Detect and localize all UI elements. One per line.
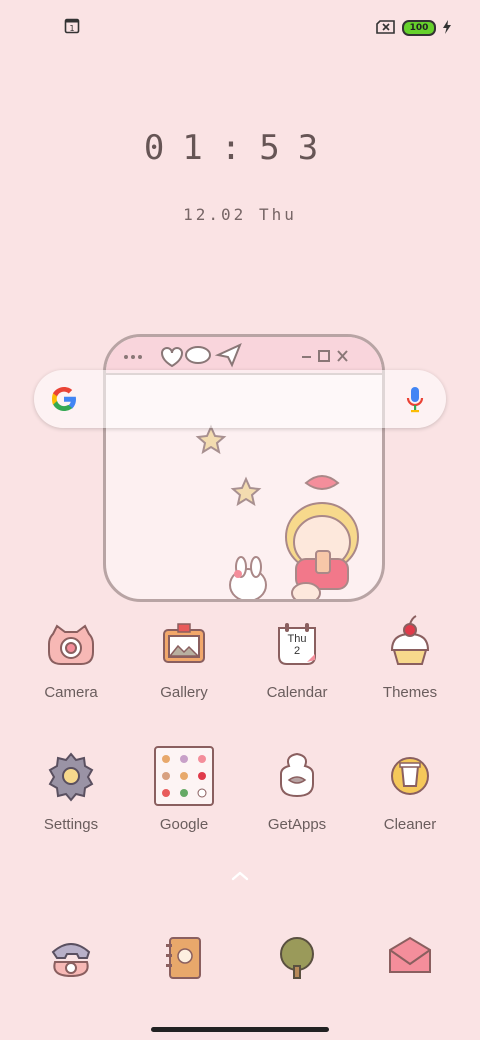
calendar-notification-icon: 1	[64, 18, 80, 34]
calendar-icon: Thu 2	[267, 614, 327, 674]
google-logo-icon[interactable]	[50, 385, 78, 417]
battery-icon: 100	[402, 20, 436, 36]
app-cleaner[interactable]: Cleaner	[354, 746, 466, 833]
app-themes[interactable]: Themes	[354, 614, 466, 701]
app-label: Themes	[382, 684, 438, 701]
messages-icon	[389, 936, 431, 973]
google-search-bar[interactable]	[34, 370, 446, 428]
charging-icon	[442, 19, 452, 38]
clock-date: 12.02 Thu	[183, 205, 297, 224]
settings-icon	[48, 752, 94, 802]
app-label: Camera	[44, 684, 98, 701]
google-folder-icon	[154, 746, 214, 806]
getapps-icon	[280, 752, 314, 798]
browser-icon	[280, 937, 314, 979]
app-google-folder[interactable]: Google	[128, 746, 240, 833]
app-drawer-chevron-icon[interactable]	[228, 868, 252, 884]
clock-time: 01:53	[143, 128, 337, 168]
status-icons: 100	[376, 18, 452, 38]
app-label: Google	[159, 816, 209, 833]
microphone-icon[interactable]	[406, 386, 424, 418]
svg-text:1: 1	[69, 24, 74, 33]
themes-icon	[390, 615, 430, 665]
app-gallery[interactable]: Gallery	[128, 614, 240, 701]
gallery-icon	[163, 623, 205, 663]
app-getapps[interactable]: GetApps	[241, 746, 353, 833]
app-label: GetApps	[267, 816, 327, 833]
app-label: Calendar	[266, 684, 328, 701]
app-label: Cleaner	[383, 816, 437, 833]
dock-browser[interactable]	[241, 928, 353, 988]
app-calendar[interactable]: Thu 2 Calendar	[241, 614, 353, 701]
phone-icon	[51, 943, 91, 978]
contacts-icon	[166, 937, 201, 979]
app-label: Gallery	[160, 684, 208, 701]
calendar-date: 2	[293, 645, 301, 657]
no-sim-icon	[376, 19, 396, 38]
cleaner-icon	[391, 757, 429, 795]
app-label: Settings	[43, 816, 99, 833]
dock-messages[interactable]	[354, 928, 466, 988]
dock-contacts[interactable]	[128, 928, 240, 988]
app-camera[interactable]: Camera	[15, 614, 127, 701]
app-settings[interactable]: Settings	[15, 746, 127, 833]
dock-phone[interactable]	[15, 928, 127, 988]
calendar-day: Thu	[287, 633, 307, 645]
camera-icon	[48, 624, 94, 665]
home-indicator[interactable]	[151, 1027, 329, 1032]
